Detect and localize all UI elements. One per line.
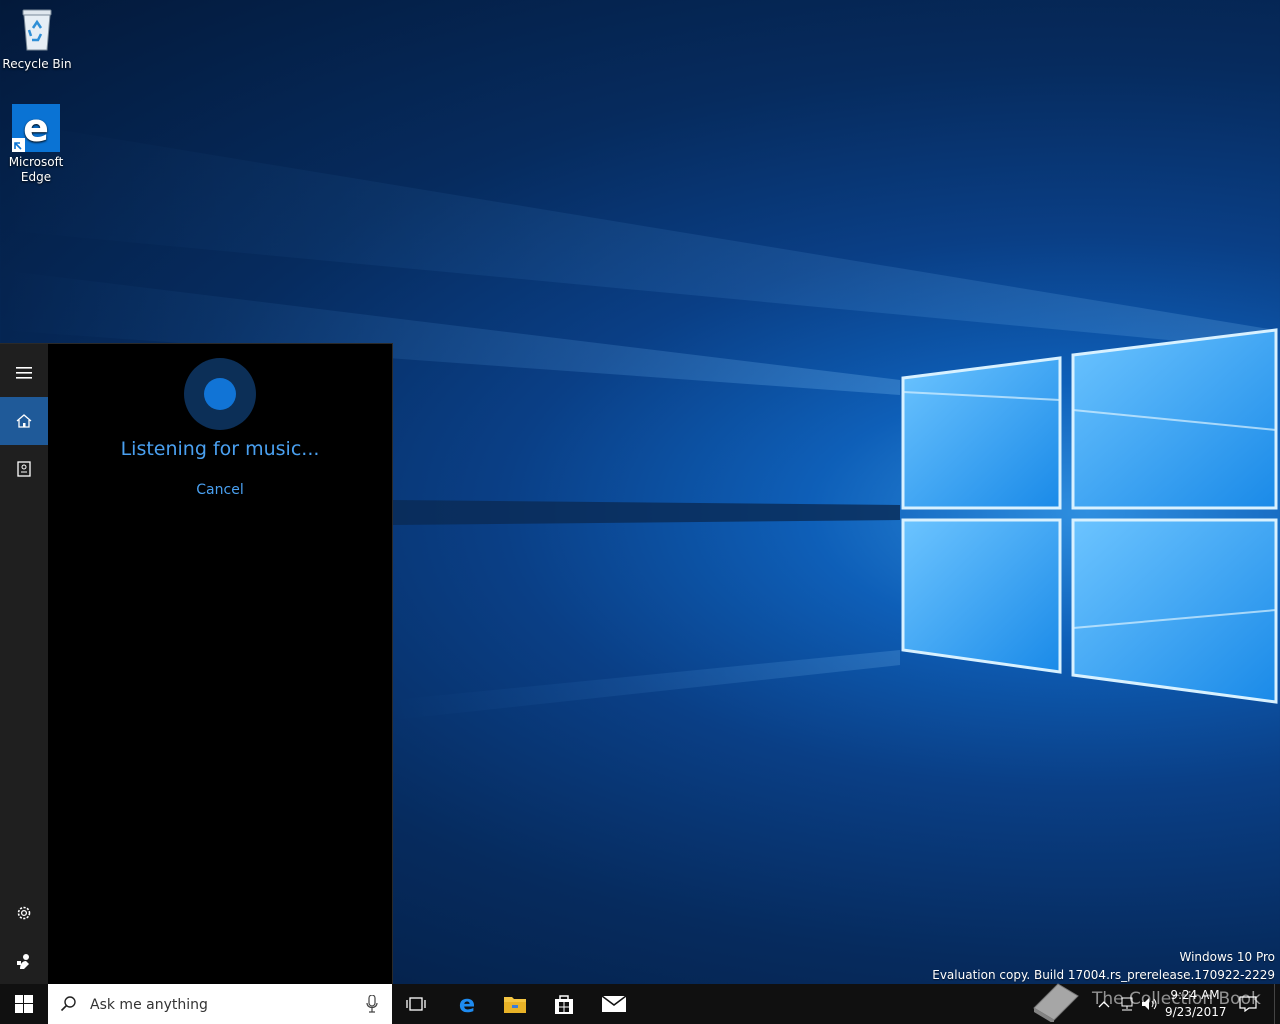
cortana-rail bbox=[0, 344, 48, 985]
desktop-icon-label: Recycle Bin bbox=[2, 57, 72, 71]
show-desktop-button[interactable] bbox=[1274, 984, 1280, 1024]
cortana-panel: Listening for music... Cancel bbox=[0, 343, 393, 985]
gear-icon bbox=[17, 906, 31, 920]
recycle-bin-icon bbox=[13, 6, 61, 54]
feedback-icon bbox=[17, 954, 29, 969]
home-button[interactable] bbox=[0, 397, 48, 445]
build-watermark: Evaluation copy. Build 17004.rs_prerelea… bbox=[932, 968, 1275, 982]
listening-status: Listening for music... bbox=[120, 438, 320, 460]
edge-taskbar-button[interactable]: e bbox=[443, 984, 491, 1024]
desktop-icon-recycle-bin[interactable]: Recycle Bin bbox=[2, 6, 72, 72]
start-button[interactable] bbox=[0, 984, 48, 1024]
notebook-button[interactable] bbox=[0, 445, 48, 493]
notebook-icon bbox=[17, 461, 31, 477]
menu-button[interactable] bbox=[0, 349, 48, 397]
task-view-button[interactable] bbox=[392, 984, 440, 1024]
clock-date[interactable]: 9/23/2017 bbox=[1165, 1005, 1227, 1019]
edition-watermark: Windows 10 Pro bbox=[1179, 950, 1275, 964]
store-icon bbox=[555, 995, 573, 1014]
mail-button[interactable] bbox=[590, 984, 638, 1024]
volume-button[interactable] bbox=[1139, 984, 1161, 1024]
search-input[interactable] bbox=[88, 994, 362, 1016]
mail-icon bbox=[601, 995, 627, 1012]
action-center-button[interactable] bbox=[1228, 984, 1268, 1024]
task-view-icon bbox=[406, 997, 426, 1011]
cortana-listening-icon bbox=[184, 358, 256, 430]
svg-text:e: e bbox=[23, 106, 49, 150]
search-box[interactable] bbox=[48, 984, 392, 1024]
settings-button[interactable] bbox=[0, 889, 48, 937]
chevron-up-icon bbox=[1098, 1001, 1110, 1008]
clock-time[interactable]: 9:24 AM bbox=[1165, 988, 1225, 1002]
notification-icon bbox=[1239, 996, 1257, 1012]
book-logo-icon bbox=[1033, 983, 1079, 1022]
store-button[interactable] bbox=[540, 984, 588, 1024]
network-icon bbox=[1121, 997, 1133, 1011]
show-hidden-icons-button[interactable] bbox=[1092, 984, 1116, 1024]
edge-icon: e bbox=[12, 104, 60, 152]
search-icon bbox=[60, 996, 76, 1012]
network-button[interactable] bbox=[1116, 984, 1138, 1024]
windows-logo-icon bbox=[15, 995, 33, 1013]
hamburger-icon bbox=[16, 367, 32, 379]
home-icon bbox=[16, 414, 32, 428]
folder-icon bbox=[504, 997, 526, 1013]
volume-icon bbox=[1142, 998, 1157, 1010]
svg-text:e: e bbox=[459, 992, 475, 1016]
feedback-button[interactable] bbox=[0, 937, 48, 985]
desktop-icon-microsoft-edge[interactable]: e Microsoft Edge bbox=[1, 104, 71, 185]
desktop-icon-label: Microsoft Edge bbox=[8, 155, 64, 184]
cancel-button[interactable]: Cancel bbox=[48, 482, 392, 498]
microphone-icon[interactable] bbox=[366, 995, 378, 1013]
file-explorer-button[interactable] bbox=[491, 984, 539, 1024]
taskbar: e The Collection Book 9:24 AM 9/23/2017 bbox=[0, 983, 1280, 1024]
edge-icon: e bbox=[459, 992, 475, 1016]
